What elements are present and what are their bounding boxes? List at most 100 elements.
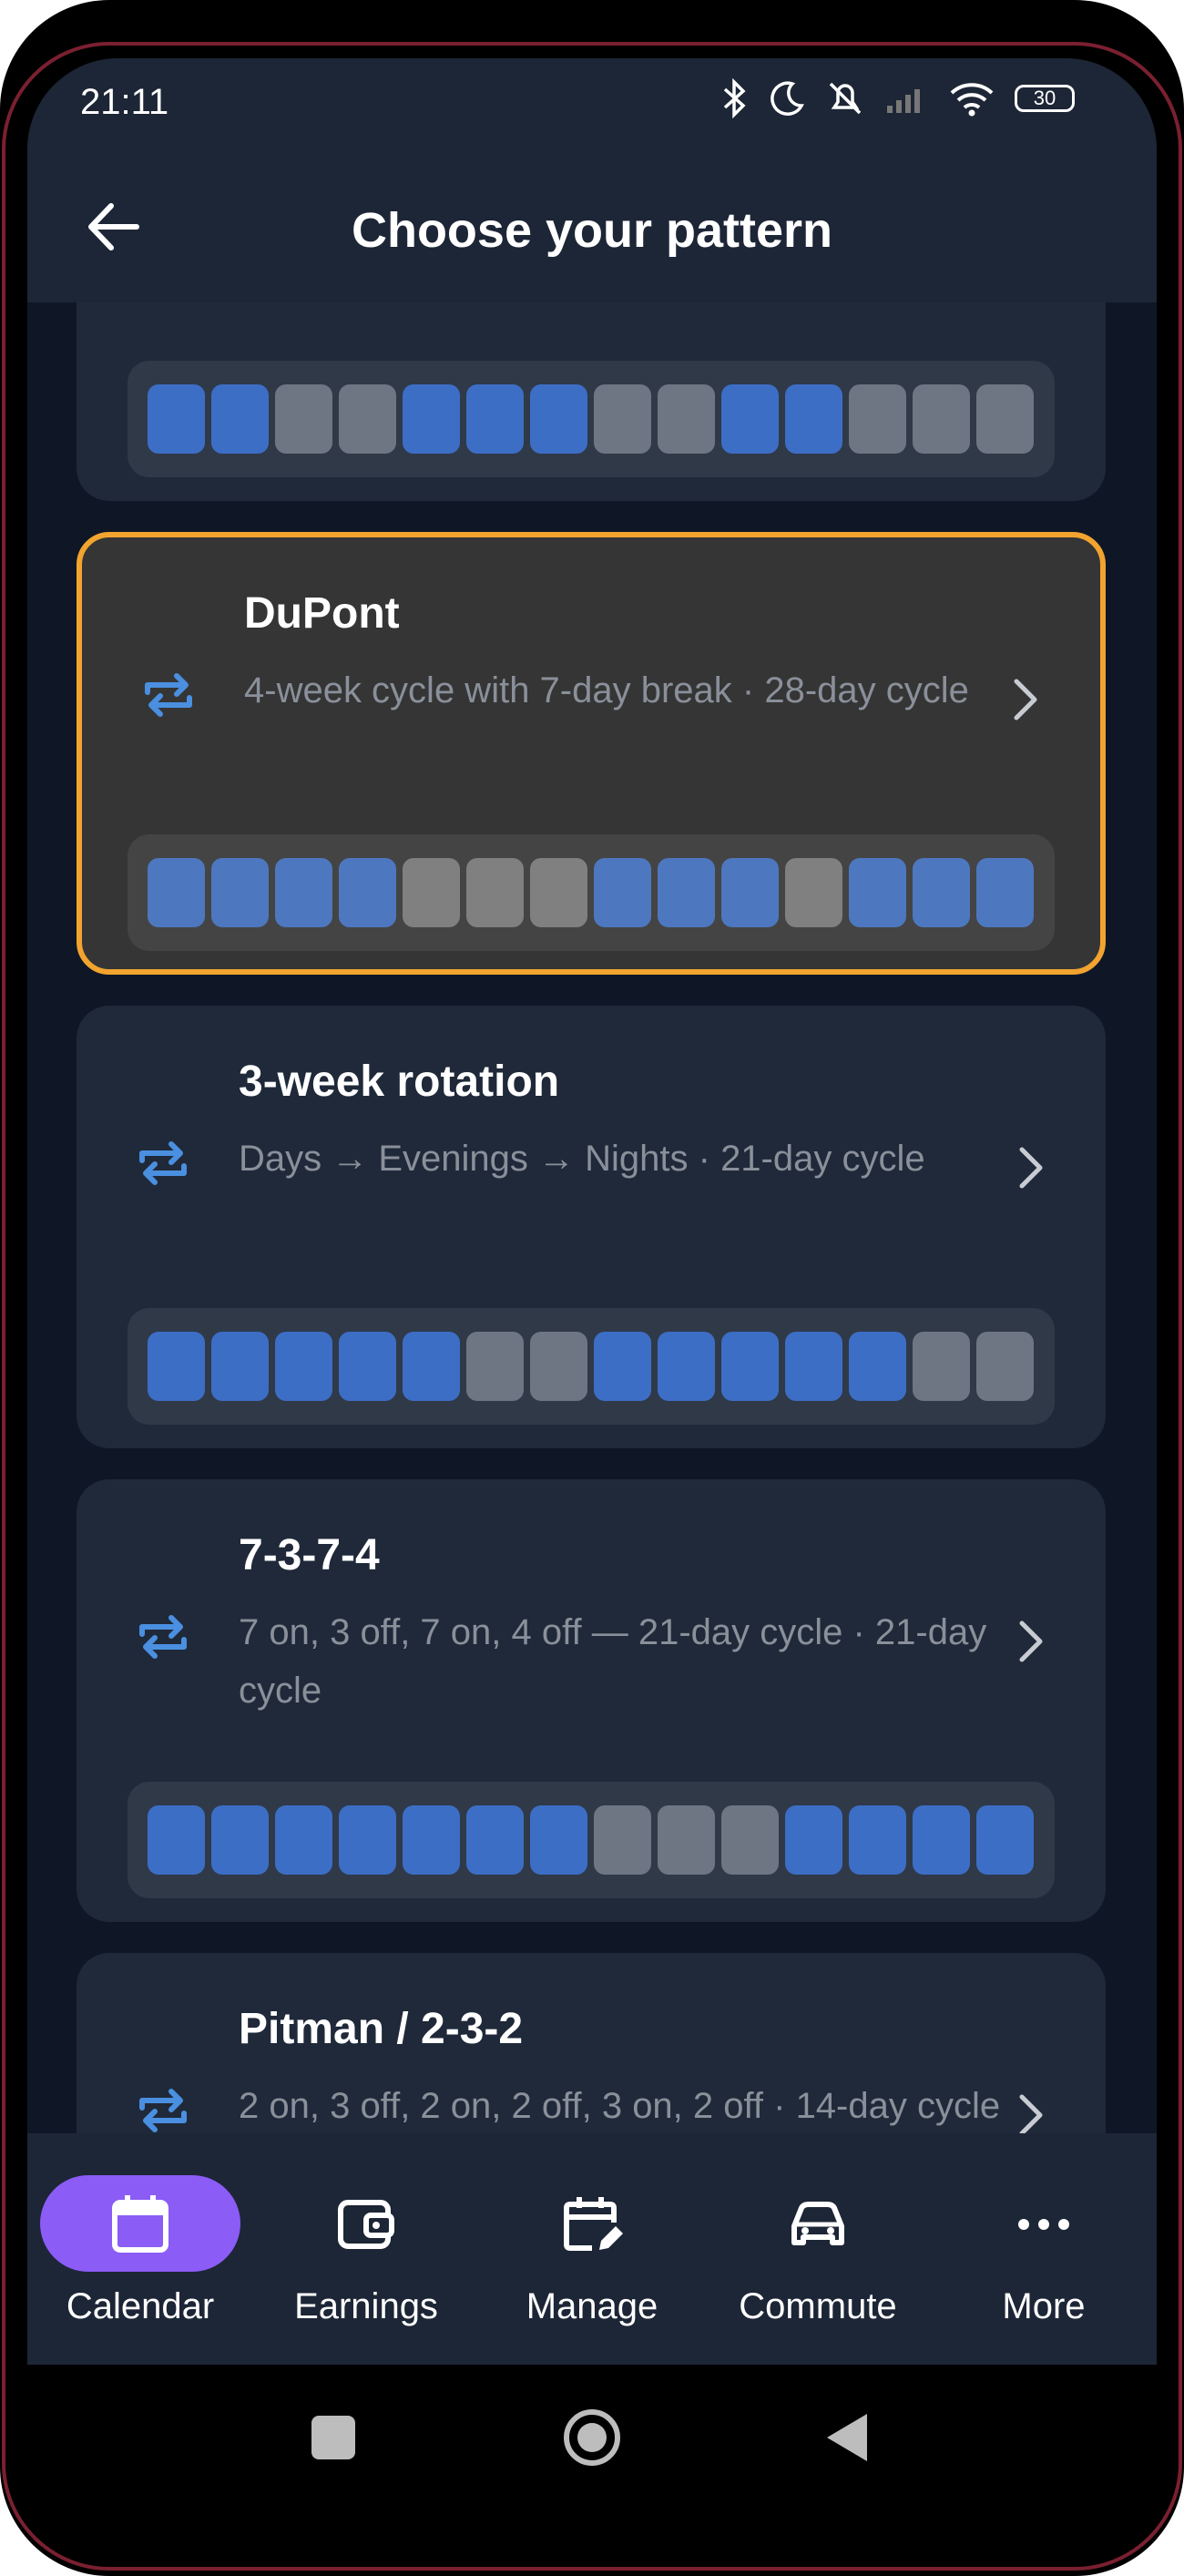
pattern-strip bbox=[128, 361, 1055, 477]
work-day-cell bbox=[721, 384, 779, 454]
chevron-right-icon bbox=[1019, 1147, 1043, 1189]
chevron-right-icon bbox=[1019, 2094, 1043, 2133]
work-day-cell bbox=[211, 1805, 269, 1875]
work-day-cell bbox=[466, 1805, 524, 1875]
nav-item-manage[interactable]: Manage bbox=[479, 2133, 705, 2365]
pattern-subtitle: 7 on, 3 off, 7 on, 4 off — 21-day cycle … bbox=[239, 1612, 987, 1711]
work-day-cell bbox=[148, 1332, 205, 1401]
app-bar: Choose your pattern bbox=[27, 149, 1157, 302]
chevron-right-icon bbox=[1014, 679, 1037, 721]
calendar-icon bbox=[112, 2195, 168, 2253]
nav-label: Earnings bbox=[294, 2286, 438, 2326]
work-day-cell bbox=[339, 1805, 396, 1875]
off-day-cell bbox=[658, 384, 715, 454]
work-day-cell bbox=[211, 858, 269, 927]
off-day-cell bbox=[721, 1805, 779, 1875]
wallet-icon bbox=[338, 2200, 394, 2249]
nav-label: Calendar bbox=[66, 2286, 215, 2326]
nav-item-more[interactable]: More bbox=[931, 2133, 1157, 2365]
pattern-card-partial[interactable] bbox=[77, 302, 1106, 501]
off-day-cell bbox=[913, 1332, 970, 1401]
more-dots-icon bbox=[1018, 2219, 1069, 2230]
muted-bell-icon bbox=[829, 82, 862, 115]
screen: 21:11 30 Choose your pattern DuPont 4-we… bbox=[27, 58, 1157, 2509]
chevron-right-icon bbox=[1019, 1620, 1043, 1662]
off-day-cell bbox=[976, 1332, 1034, 1401]
work-day-cell bbox=[339, 1332, 396, 1401]
work-day-cell bbox=[403, 1332, 460, 1401]
nav-item-commute[interactable]: Commute bbox=[705, 2133, 931, 2365]
work-day-cell bbox=[211, 384, 269, 454]
pattern-card-pitman[interactable]: Pitman / 2-3-2 2 on, 3 off, 2 on, 2 off,… bbox=[77, 1953, 1106, 2133]
work-day-cell bbox=[976, 1805, 1034, 1875]
pattern-card-7-3-7-4[interactable]: 7-3-7-4 7 on, 3 off, 7 on, 4 off — 21-da… bbox=[77, 1479, 1106, 1922]
pattern-strip bbox=[128, 1308, 1055, 1425]
work-day-cell bbox=[466, 384, 524, 454]
nav-label: Manage bbox=[526, 2286, 658, 2326]
system-back-button[interactable] bbox=[823, 2410, 871, 2465]
off-day-cell bbox=[339, 384, 396, 454]
work-day-cell bbox=[403, 384, 460, 454]
work-day-cell bbox=[849, 1332, 906, 1401]
do-not-disturb-icon bbox=[771, 81, 804, 116]
pattern-title: 3-week rotation bbox=[239, 1058, 560, 1106]
off-day-cell bbox=[594, 1805, 651, 1875]
off-day-cell bbox=[466, 1332, 524, 1401]
off-day-cell bbox=[275, 384, 332, 454]
work-day-cell bbox=[594, 858, 651, 927]
nav-item-calendar[interactable]: Calendar bbox=[27, 2133, 253, 2365]
work-day-cell bbox=[721, 1332, 779, 1401]
system-nav-bar bbox=[27, 2365, 1157, 2509]
work-day-cell bbox=[913, 1805, 970, 1875]
nav-item-earnings[interactable]: Earnings bbox=[253, 2133, 479, 2365]
work-day-cell bbox=[785, 1805, 842, 1875]
repeat-icon bbox=[145, 673, 192, 717]
repeat-icon bbox=[139, 2089, 187, 2132]
pattern-list[interactable]: DuPont 4-week cycle with 7-day break · 2… bbox=[27, 302, 1157, 2133]
pattern-card-3-week-rotation[interactable]: 3-week rotation Days → Evenings → Nights… bbox=[77, 1006, 1106, 1448]
work-day-cell bbox=[785, 1332, 842, 1401]
battery-indicator: 30 bbox=[1015, 85, 1075, 112]
page-title: Choose your pattern bbox=[351, 203, 833, 258]
off-day-cell bbox=[849, 384, 906, 454]
bluetooth-icon bbox=[723, 78, 746, 118]
phone-frame: 21:11 30 Choose your pattern DuPont 4-we… bbox=[0, 0, 1184, 2576]
pattern-title: Pitman / 2-3-2 bbox=[239, 2005, 524, 2053]
work-day-cell bbox=[721, 858, 779, 927]
off-day-cell bbox=[658, 1805, 715, 1875]
off-day-cell bbox=[466, 858, 524, 927]
home-button[interactable] bbox=[561, 2407, 623, 2469]
off-day-cell bbox=[913, 384, 970, 454]
pattern-title: 7-3-7-4 bbox=[239, 1531, 380, 1579]
work-day-cell bbox=[658, 858, 715, 927]
status-icons: 30 bbox=[721, 78, 1075, 118]
recents-button[interactable] bbox=[311, 2416, 355, 2459]
work-day-cell bbox=[785, 384, 842, 454]
pattern-subtitle: 4-week cycle with 7-day break · 28-day c… bbox=[244, 670, 969, 710]
pattern-strip bbox=[128, 1782, 1055, 1898]
off-day-cell bbox=[530, 858, 587, 927]
car-icon bbox=[791, 2202, 844, 2245]
pattern-subtitle: Days → Evenings → Nights · 21-day cycle bbox=[239, 1139, 925, 1179]
off-day-cell bbox=[785, 858, 842, 927]
work-day-cell bbox=[530, 384, 587, 454]
pattern-subtitle: 2 on, 3 off, 2 on, 2 off, 3 on, 2 off · … bbox=[239, 2086, 1001, 2126]
work-day-cell bbox=[976, 858, 1034, 927]
off-day-cell bbox=[403, 858, 460, 927]
work-day-cell bbox=[339, 858, 396, 927]
off-day-cell bbox=[530, 1332, 587, 1401]
work-day-cell bbox=[658, 1332, 715, 1401]
nav-label: More bbox=[1002, 2286, 1086, 2326]
pattern-strip bbox=[128, 834, 1055, 951]
work-day-cell bbox=[594, 1332, 651, 1401]
work-day-cell bbox=[275, 1332, 332, 1401]
work-day-cell bbox=[275, 858, 332, 927]
status-time: 21:11 bbox=[80, 82, 169, 122]
pattern-title: DuPont bbox=[244, 589, 400, 638]
pattern-card-dupont[interactable]: DuPont 4-week cycle with 7-day break · 2… bbox=[77, 532, 1106, 975]
work-day-cell bbox=[148, 1805, 205, 1875]
work-day-cell bbox=[275, 1805, 332, 1875]
calendar-edit-icon bbox=[564, 2197, 623, 2251]
repeat-icon bbox=[139, 1141, 187, 1185]
work-day-cell bbox=[849, 1805, 906, 1875]
